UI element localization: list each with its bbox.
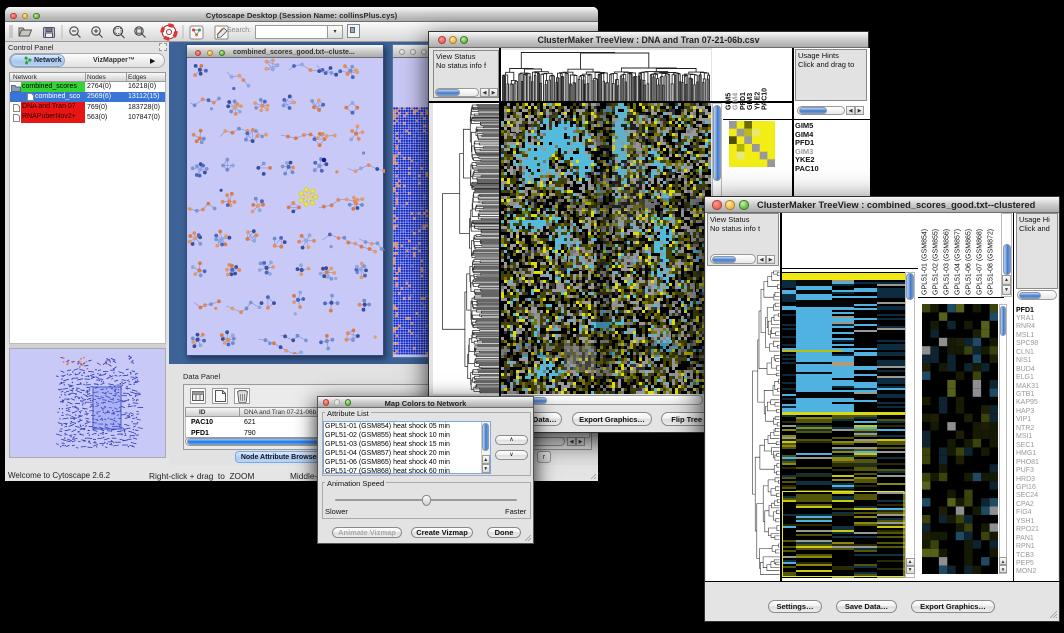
svg-text:GIM5: GIM5 <box>726 93 733 110</box>
svg-text:GPL51-07 (GSM868): GPL51-07 (GSM868) <box>977 229 984 295</box>
svg-text:GIM3: GIM3 <box>747 93 754 110</box>
svg-text:GPL51-04 (GSM857): GPL51-04 (GSM857) <box>955 229 962 295</box>
svg-text:GPL51-03 (GSM856): GPL51-03 (GSM856) <box>944 229 951 295</box>
svg-text:GIM4: GIM4 <box>733 93 740 110</box>
svg-text:GPL51-08 (GSM872): GPL51-08 (GSM872) <box>988 229 995 295</box>
svg-text:GPL51-01 (GSM854): GPL51-01 (GSM854) <box>922 229 929 295</box>
svg-text:GPL51-06 (GSM865): GPL51-06 (GSM865) <box>966 229 973 295</box>
svg-text:PAC10: PAC10 <box>762 88 769 110</box>
svg-text:YKE2: YKE2 <box>754 92 761 110</box>
svg-text:GPL51-02 (GSM855): GPL51-02 (GSM855) <box>933 229 940 295</box>
svg-text:PFD1: PFD1 <box>740 92 747 110</box>
